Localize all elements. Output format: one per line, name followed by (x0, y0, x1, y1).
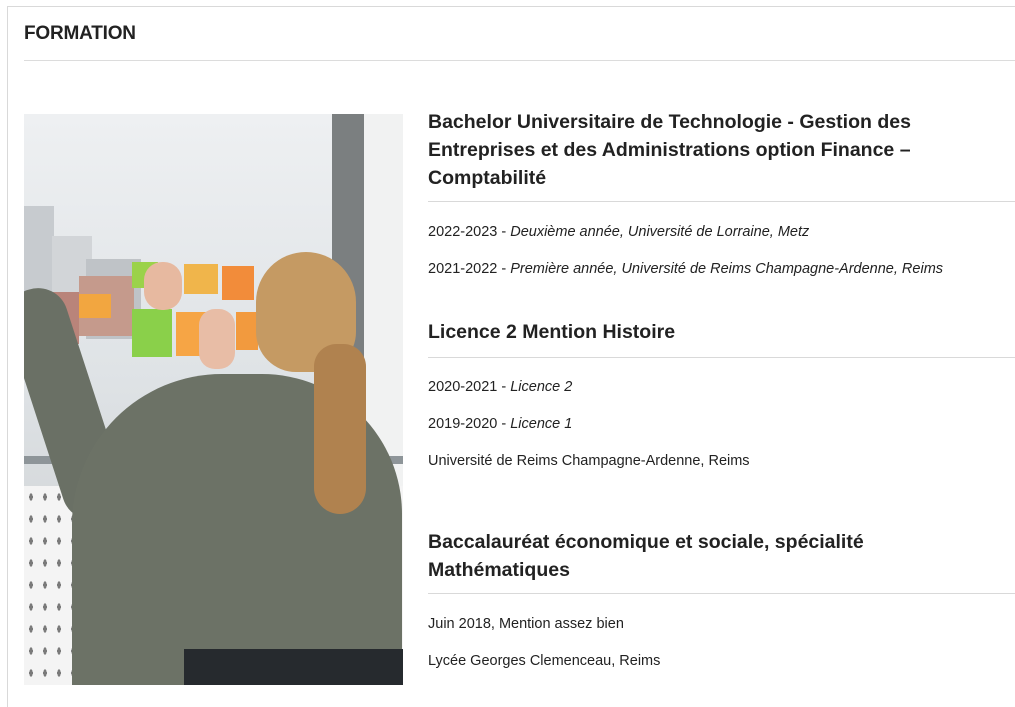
entry-year: 2019-2020 (428, 416, 498, 432)
entry-title-bachelor: Bachelor Universitaire de Technologie - … (428, 111, 911, 189)
entry-detail: Licence 1 (510, 416, 573, 432)
entry-detail: Première année, Université de Reims Cham… (510, 261, 944, 277)
entry-detail: Licence 2 (510, 379, 573, 395)
section-title: FORMATION (24, 23, 136, 44)
entry-line: Juin 2018, Mention assez bien (428, 616, 624, 632)
entry-divider (428, 201, 1015, 202)
section-divider (24, 60, 1015, 61)
entry-detail: Deuxième année, Université de Lorraine, … (510, 224, 810, 240)
student-photo (24, 114, 403, 685)
entry-year: 2022-2023 (428, 224, 498, 240)
entry-year: 2021-2022 (428, 261, 498, 277)
entry-divider (428, 357, 1015, 358)
entry-title-licence: Licence 2 Mention Histoire (428, 321, 676, 343)
entry-line: 2021-2022 - Première année, Université d… (428, 261, 943, 277)
entry-separator: - (497, 224, 511, 240)
entry-line: 2020-2021 - Licence 2 (428, 379, 572, 395)
formation-panel: FORMATION Bachelor Universitaire de Tech… (7, 6, 1015, 707)
entry-line: 2019-2020 - Licence 1 (428, 416, 572, 432)
entry-line: Lycée Georges Clemenceau, Reims (428, 653, 661, 669)
entry-title-baccalaureat: Baccalauréat économique et sociale, spéc… (428, 531, 864, 581)
entry-line: 2022-2023 - Deuxième année, Université d… (428, 224, 809, 240)
entry-separator: - (497, 379, 511, 395)
entry-footer: Université de Reims Champagne-Ardenne, R… (428, 453, 750, 469)
entry-separator: - (497, 261, 511, 277)
entry-year: 2020-2021 (428, 379, 498, 395)
entry-divider (428, 593, 1015, 594)
entry-separator: - (497, 416, 511, 432)
